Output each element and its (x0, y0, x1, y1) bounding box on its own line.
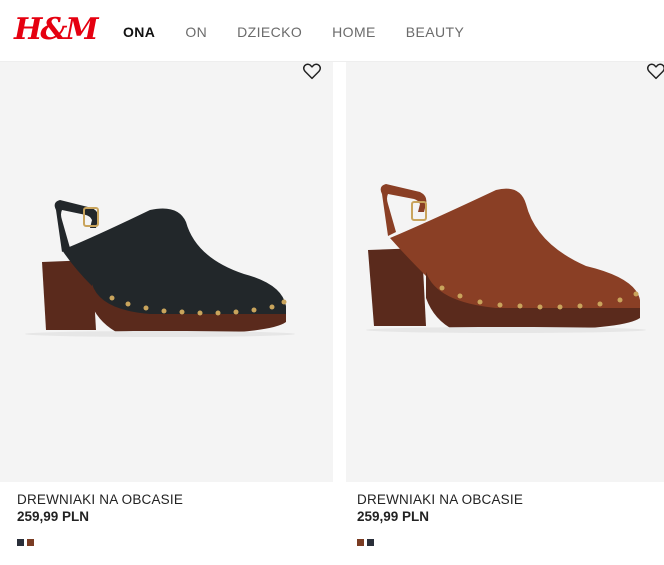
color-swatches (357, 539, 523, 546)
heart-outline-icon[interactable] (302, 62, 322, 80)
color-swatch[interactable] (367, 539, 374, 546)
product-info: DREWNIAKI NA OBCASIE 259,99 PLN (17, 492, 183, 546)
product-image[interactable] (0, 62, 333, 482)
nav-item-on[interactable]: ON (185, 24, 207, 40)
hm-logo[interactable]: H&M (14, 12, 99, 47)
nav-item-home[interactable]: HOME (332, 24, 376, 40)
brown-clog-image (366, 184, 646, 333)
product-grid: DREWNIAKI NA OBCASIE 259,99 PLN DREWNIAK… (0, 62, 664, 565)
product-name[interactable]: DREWNIAKI NA OBCASIE (357, 492, 523, 507)
main-nav: ONA ON DZIECKO HOME BEAUTY (123, 24, 464, 40)
nav-item-ona[interactable]: ONA (123, 24, 155, 40)
color-swatch[interactable] (357, 539, 364, 546)
black-clog-image (25, 200, 295, 337)
color-swatches (17, 539, 183, 546)
product-card[interactable]: DREWNIAKI NA OBCASIE 259,99 PLN (0, 62, 340, 565)
product-price: 259,99 PLN (357, 509, 430, 524)
site-header: H&M ONA ON DZIECKO HOME BEAUTY (0, 0, 664, 62)
product-price: 259,99 PLN (17, 509, 90, 524)
nav-item-beauty[interactable]: BEAUTY (406, 24, 464, 40)
color-swatch[interactable] (17, 539, 24, 546)
heart-outline-icon[interactable] (646, 62, 664, 80)
product-name[interactable]: DREWNIAKI NA OBCASIE (17, 492, 183, 507)
color-swatch[interactable] (27, 539, 34, 546)
product-info: DREWNIAKI NA OBCASIE 259,99 PLN (357, 492, 523, 546)
product-image[interactable] (346, 62, 664, 482)
product-card[interactable]: DREWNIAKI NA OBCASIE 259,99 PLN (340, 62, 664, 565)
nav-item-dziecko[interactable]: DZIECKO (237, 24, 302, 40)
